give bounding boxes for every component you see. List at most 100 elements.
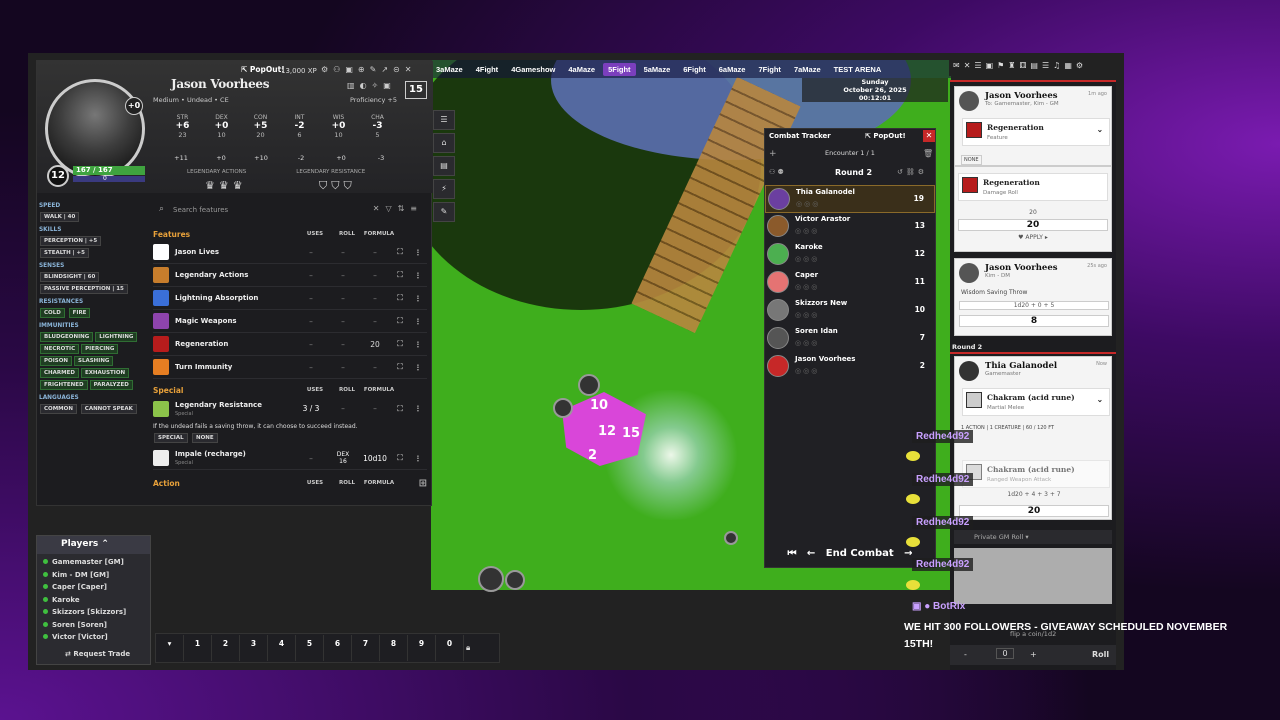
shield-icon[interactable]: ⛉ — [331, 179, 339, 193]
roll-total[interactable]: 8 — [959, 315, 1109, 327]
tracker-settings-icons[interactable]: ↺⛓⚙ — [897, 168, 927, 176]
hotbar-lock-icon[interactable]: 🔒︎ — [466, 643, 470, 653]
trash-icon[interactable]: 🗑︎ — [923, 149, 933, 158]
combatant-status-icons[interactable]: ◎◎◎ — [795, 255, 819, 263]
combatant-row[interactable]: Caper ◎◎◎ 11 — [765, 269, 935, 297]
combatant-row[interactable]: Thia Galanodel ◎◎◎ 19 — [765, 185, 935, 213]
more-icon[interactable]: ⋮ — [409, 248, 427, 257]
hotbar-slot[interactable]: 2 — [212, 635, 240, 661]
saving-throw[interactable]: -3 — [361, 154, 401, 162]
combatant-row[interactable]: Skizzors New ◎◎◎ 10 — [765, 297, 935, 325]
chevron-down-icon[interactable]: ⌄ — [1097, 125, 1103, 134]
expand-icon[interactable]: ⛶ — [391, 362, 409, 372]
player-item[interactable]: Gamemaster [GM] — [43, 558, 150, 571]
more-icon[interactable]: ⋮ — [409, 317, 427, 326]
feature-row-legendary-resistance[interactable]: Legendary Resistance Special 3 / 3 – – ⛶ … — [153, 397, 427, 420]
hotbar-slot[interactable]: 3 — [240, 635, 268, 661]
ownership-icon[interactable]: ⚇ — [333, 65, 340, 74]
uses-value[interactable]: 3 / 3 — [295, 404, 327, 413]
combatant-row[interactable]: Victor Arastor ◎◎◎ 13 — [765, 213, 935, 241]
tracker-tools-icon[interactable]: ⚇ ⚉ — [769, 168, 784, 176]
formula-value[interactable]: 10d10 — [359, 454, 391, 463]
map-token[interactable] — [553, 398, 573, 418]
player-item[interactable]: Victor [Victor] — [43, 633, 150, 646]
scene-tab[interactable]: 7aMaze — [789, 63, 826, 76]
add-action-icon[interactable]: ⊞ — [395, 478, 427, 489]
expand-icon[interactable]: ⛶ — [391, 293, 409, 303]
player-item[interactable]: Soren [Soren] — [43, 621, 150, 634]
hp-bar[interactable]: 167 / 167 — [73, 166, 145, 175]
map-token[interactable] — [478, 566, 504, 592]
combatant-status-icons[interactable]: ◎◎◎ — [795, 339, 819, 347]
saving-throw[interactable]: +10 — [241, 154, 281, 162]
feature-row[interactable]: Jason Lives – – – ⛶ ⋮ — [153, 241, 427, 264]
saving-throw[interactable]: +0 — [201, 154, 241, 162]
saving-throw[interactable]: +0 — [321, 154, 361, 162]
expand-icon[interactable]: ⛶ — [391, 339, 409, 349]
tracker-popout-button[interactable]: ⇱ PopOut! — [865, 132, 906, 140]
hotbar-slot[interactable]: 1 — [184, 635, 212, 661]
mode-icon[interactable]: ▣ — [383, 81, 391, 90]
more-icon[interactable]: ⋮ — [409, 340, 427, 349]
feature-row[interactable]: Magic Weapons – – – ⛶ ⋮ — [153, 310, 427, 333]
filter-sort-icons[interactable]: ✕▽⇅≡ — [373, 204, 423, 213]
hotbar-slot[interactable]: 9 — [408, 635, 436, 661]
request-trade-button[interactable]: ⇄ Request Trade — [65, 650, 130, 658]
roll-total[interactable]: 20 — [959, 505, 1109, 517]
saving-throw[interactable]: +11 — [161, 154, 201, 162]
scene-tab[interactable]: 7Fight — [753, 63, 786, 76]
chat-input[interactable] — [954, 548, 1112, 604]
expand-icon[interactable]: ⛶ — [391, 316, 409, 326]
feature-row[interactable]: Turn Immunity – – – ⛶ ⋮ — [153, 356, 427, 379]
scene-tab[interactable]: 6aMaze — [714, 63, 751, 76]
map-token[interactable] — [505, 570, 525, 590]
combatant-row[interactable]: Soren Idan ◎◎◎ 7 — [765, 325, 935, 353]
initiative-value[interactable]: 12 — [915, 249, 925, 258]
feature-row[interactable]: Legendary Actions – – – ⛶ ⋮ — [153, 264, 427, 287]
feature-search[interactable]: ⌕ Search features ✕▽⇅≡ — [153, 201, 429, 219]
tool-measure-icon[interactable]: ⌂ — [433, 133, 455, 153]
initiative-value[interactable]: 7 — [920, 333, 925, 342]
scene-tab[interactable]: 4Fight — [471, 63, 504, 76]
expand-icon[interactable]: ⛶ — [391, 270, 409, 280]
more-icon[interactable]: ⋮ — [409, 404, 427, 413]
tool-lightning-icon[interactable]: ⚡ — [433, 179, 455, 199]
player-item[interactable]: Kim - DM [GM] — [43, 571, 150, 584]
shield-icon[interactable]: ⛉ — [319, 179, 327, 193]
pip-icon[interactable]: ♛ — [205, 179, 215, 192]
formula-value[interactable]: 20 — [359, 340, 391, 349]
combatant-status-icons[interactable]: ◎◎◎ — [795, 283, 819, 291]
scene-tab[interactable]: TEST ARENA — [829, 63, 887, 76]
feature-box[interactable]: Chakram (acid rune) Martial Melee ⌄ — [962, 388, 1110, 416]
combatant-row[interactable]: Jason Voorhees ◎◎◎ 2 — [765, 353, 935, 381]
initiative-value[interactable]: 10 — [915, 305, 925, 314]
initiative-value[interactable]: 13 — [915, 221, 925, 230]
players-header[interactable]: Players ⌃ — [37, 536, 150, 554]
tool-pen-icon[interactable]: ✎ — [433, 202, 455, 222]
add-encounter-icon[interactable]: + — [769, 149, 777, 159]
legendary-resistance-pips[interactable]: ⛉ ⛉ ⛉ — [319, 179, 352, 193]
expand-icon[interactable]: ⛶ — [391, 453, 409, 463]
ability-dex[interactable]: DEX +0 10 — [202, 114, 241, 139]
search-input[interactable]: Search features — [173, 206, 228, 214]
scene-tab[interactable]: 5Fight — [603, 62, 636, 76]
hotbar-slot[interactable]: 0 — [436, 635, 464, 661]
initiative-value[interactable]: 11 — [915, 277, 925, 286]
character-portrait[interactable] — [45, 79, 145, 179]
ability-int[interactable]: INT -2 6 — [280, 114, 319, 139]
saving-throw[interactable]: -2 — [281, 154, 321, 162]
mode-icon[interactable]: ◐ — [360, 81, 367, 90]
feature-box[interactable]: Regeneration Feature ⌄ — [962, 118, 1110, 146]
wrench-icon[interactable]: ✎ — [370, 65, 377, 74]
ability-wis[interactable]: WIS +0 10 — [319, 114, 358, 139]
hotbar-slot[interactable]: 7 — [352, 635, 380, 661]
map-token[interactable] — [724, 531, 738, 545]
more-icon[interactable]: ⋮ — [409, 271, 427, 280]
perception-chip[interactable]: PERCEPTION | +5 — [40, 236, 102, 246]
bag-icon[interactable]: ▣ — [345, 65, 353, 74]
more-icon[interactable]: ⋮ — [409, 454, 427, 463]
combatant-status-icons[interactable]: ◎◎◎ — [795, 367, 819, 375]
pip-icon[interactable]: ♛ — [219, 179, 229, 192]
close-icon[interactable]: ✕ — [405, 65, 412, 74]
ability-con[interactable]: CON +5 20 — [241, 114, 280, 139]
